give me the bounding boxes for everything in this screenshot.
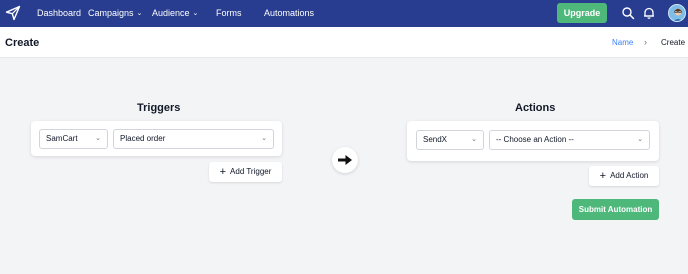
nav-audience[interactable]: Audience ⌄ (152, 8, 198, 19)
nav-campaigns[interactable]: Campaigns ⌄ (88, 8, 142, 19)
breadcrumb-link-name[interactable]: Name (612, 38, 633, 47)
search-icon[interactable] (621, 6, 635, 20)
nav-automations[interactable]: Automations (264, 8, 314, 19)
top-nav: Dashboard Campaigns ⌄ Audience ⌄ Forms Aut… (0, 0, 688, 27)
chevron-down-icon: ⌄ (637, 136, 643, 143)
action-app-select[interactable]: SendX ⌄ (416, 130, 484, 150)
add-trigger-button[interactable]: + Add Trigger (209, 162, 282, 182)
add-action-button[interactable]: + Add Action (589, 166, 659, 186)
upgrade-button[interactable]: Upgrade (557, 3, 607, 23)
actions-title: Actions (515, 102, 556, 114)
plus-icon: + (219, 166, 227, 178)
nav-forms[interactable]: Forms (216, 8, 242, 19)
trigger-card: SamCart ⌄ Placed order ⌄ (31, 121, 282, 156)
avatar[interactable] (668, 4, 686, 22)
triggers-title: Triggers (137, 102, 181, 114)
plus-icon: + (599, 170, 607, 182)
chevron-down-icon: ⌄ (471, 136, 477, 143)
page-title: Create (5, 37, 40, 49)
chevron-down-icon: ⌄ (95, 135, 101, 142)
nav-dashboard[interactable]: Dashboard (37, 8, 81, 19)
submit-automation-button[interactable]: Submit Automation (572, 199, 659, 220)
paper-plane-icon[interactable] (5, 5, 21, 21)
user-avatar-icon (673, 8, 683, 21)
action-type-select[interactable]: -- Choose an Action -- ⌄ (489, 130, 650, 150)
page-header: Create Name › Create (0, 27, 688, 58)
bell-icon[interactable] (642, 6, 656, 20)
trigger-app-select[interactable]: SamCart ⌄ (39, 129, 108, 149)
arrow-right-icon (332, 147, 358, 173)
chevron-down-icon: ⌄ (261, 135, 267, 142)
trigger-event-select[interactable]: Placed order ⌄ (113, 129, 274, 149)
chevron-right-icon: › (644, 37, 647, 47)
breadcrumb-current: Create (661, 38, 686, 47)
action-card: SendX ⌄ -- Choose an Action -- ⌄ (407, 121, 659, 161)
chevron-down-icon: ⌄ (136, 10, 143, 17)
chevron-down-icon: ⌄ (192, 10, 199, 17)
